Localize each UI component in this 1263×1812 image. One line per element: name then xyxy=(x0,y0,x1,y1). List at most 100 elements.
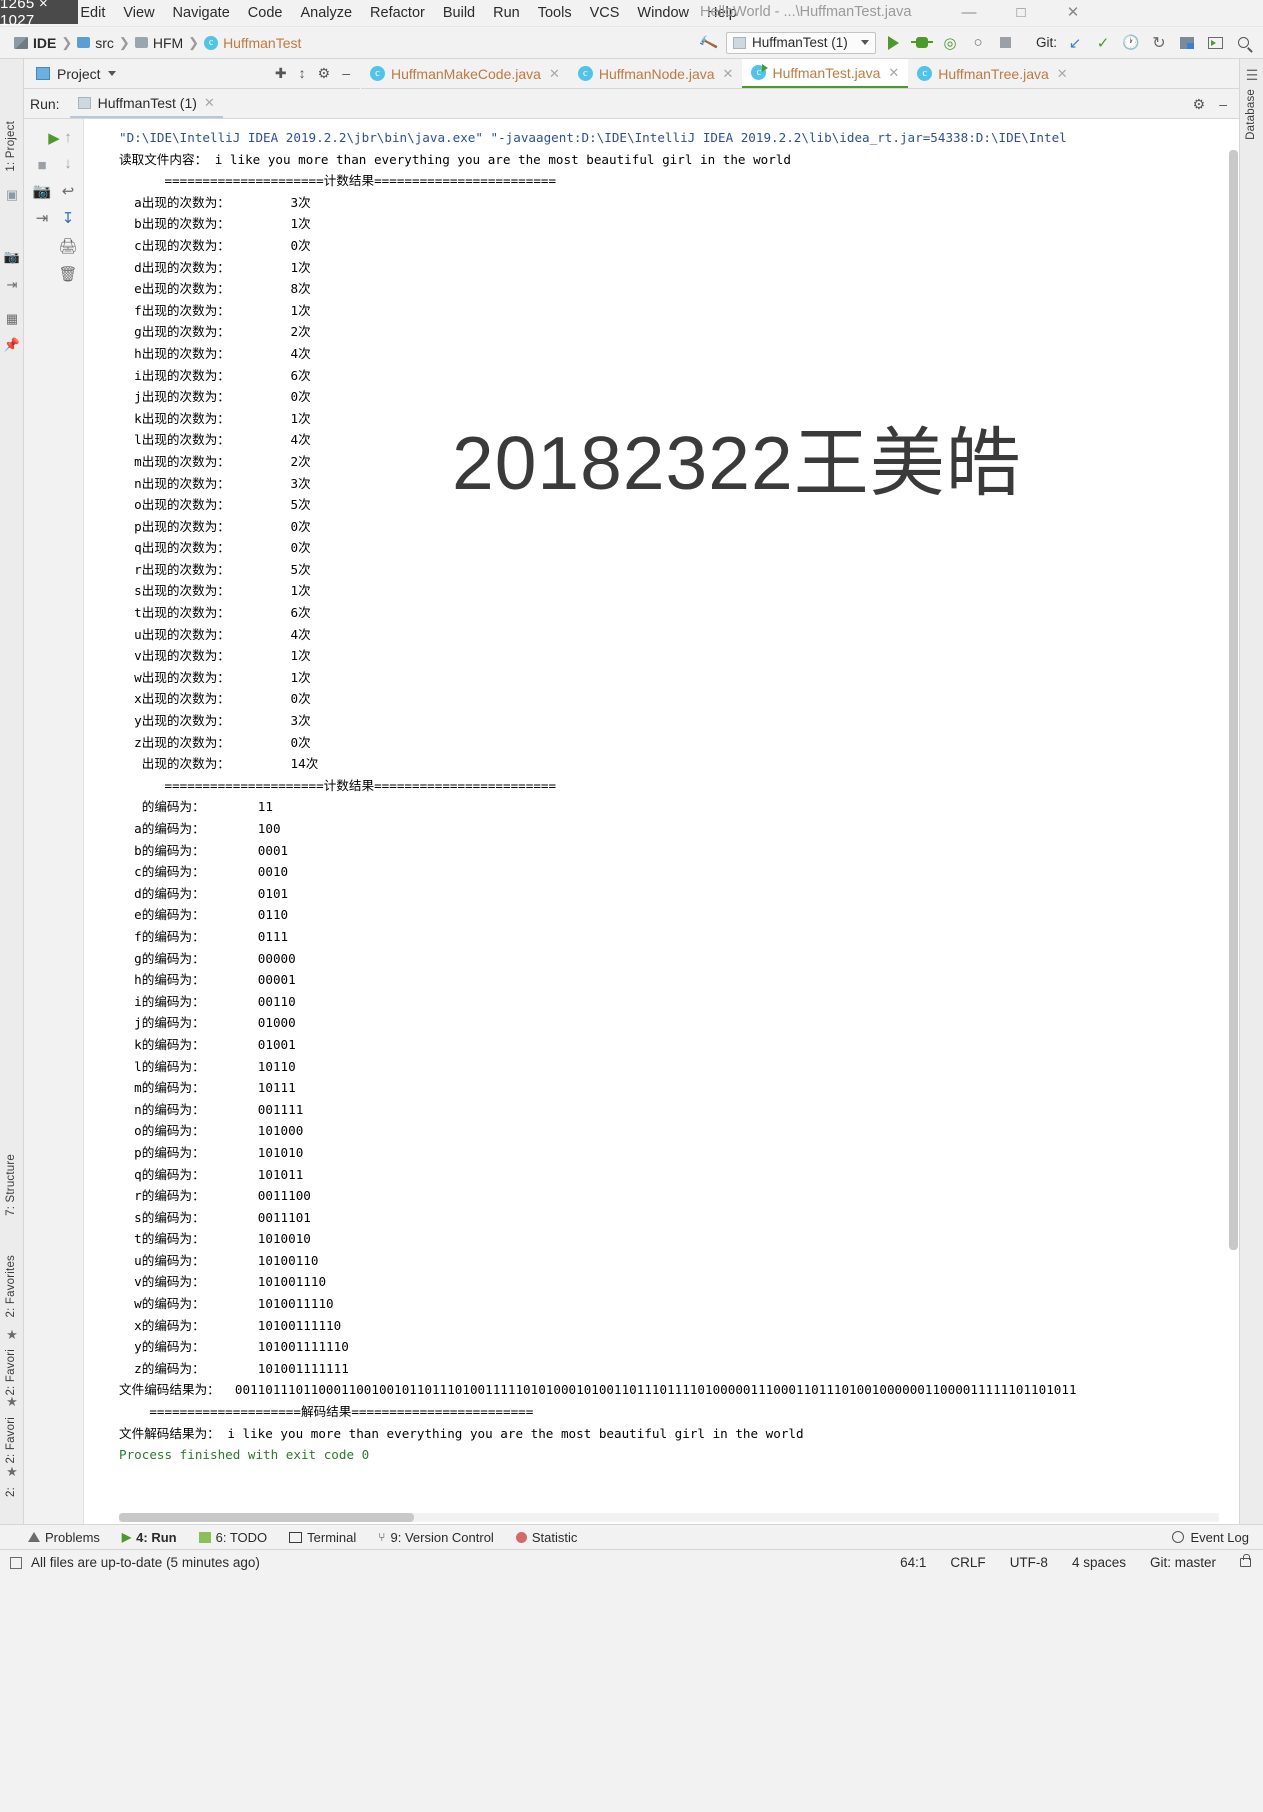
close-icon[interactable]: ✕ xyxy=(549,66,560,82)
sidebar-item-favorites-2[interactable]: 2: Favori xyxy=(5,1349,17,1396)
close-icon[interactable]: ✕ xyxy=(1057,66,1068,82)
chevron-down-icon-project[interactable] xyxy=(107,71,116,76)
maximize-button[interactable]: □ xyxy=(1000,2,1042,24)
close-icon[interactable]: ✕ xyxy=(204,95,215,111)
left-tool-strip: 1: Project ▣ 📷 ⇥ ▦ 📌 7: Structure 2: Fav… xyxy=(0,59,24,1536)
star-icon-3[interactable]: ★ xyxy=(3,1464,21,1480)
menu-code[interactable]: Code xyxy=(239,2,292,24)
event-log-button[interactable]: Event Log xyxy=(1172,1530,1263,1545)
profile-button[interactable]: ○ xyxy=(968,32,988,54)
menu-refactor[interactable]: Refactor xyxy=(361,2,434,24)
soft-wrap-icon[interactable]: ↩ xyxy=(56,182,80,200)
hide-panel-icon[interactable]: ‒ xyxy=(1219,96,1227,113)
menu-view[interactable]: View xyxy=(114,2,163,24)
pin-icon[interactable]: 📌 xyxy=(3,337,21,353)
tab-huffmanmakecode[interactable]: c HuffmanMakeCode.java ✕ xyxy=(361,59,569,88)
terminal-icon[interactable] xyxy=(1205,32,1225,54)
sidebar-item-database[interactable]: Database xyxy=(1245,89,1257,140)
history-icon[interactable]: 🕐 xyxy=(1121,32,1141,54)
console-line: u出现的次数为： 4次 xyxy=(119,626,311,642)
database-icon[interactable]: ☰ xyxy=(1243,67,1261,84)
down-arrow-icon[interactable]: ↓ xyxy=(56,155,80,172)
collapse-all-icon[interactable]: ↕ xyxy=(299,65,306,82)
run-with-coverage-button[interactable]: ◎ xyxy=(940,32,960,54)
sidebar-item-favorites[interactable]: 2: Favorites xyxy=(5,1255,17,1317)
rollback-icon[interactable]: ↻ xyxy=(1149,32,1169,54)
build-hammer-icon[interactable]: 🔨 xyxy=(695,29,721,57)
scroll-to-end-icon[interactable]: ↧ xyxy=(56,209,80,227)
ide-module-icon xyxy=(14,36,28,49)
file-encoding[interactable]: UTF-8 xyxy=(1010,1555,1048,1570)
menu-run[interactable]: Run xyxy=(484,2,529,24)
star-icon-1[interactable]: ★ xyxy=(3,1327,21,1343)
console-line: w出现的次数为： 1次 xyxy=(119,669,311,685)
breadcrumb-src[interactable]: src xyxy=(95,35,114,51)
export-icon[interactable]: ⇥ xyxy=(3,277,21,293)
bottom-item-version-control[interactable]: ⑂ 9: Version Control xyxy=(378,1530,494,1545)
project-structure-icon[interactable] xyxy=(1177,32,1197,54)
layout-icon[interactable]: ▦ xyxy=(3,311,21,327)
caret-position[interactable]: 64:1 xyxy=(900,1555,926,1570)
indent-setting[interactable]: 4 spaces xyxy=(1072,1555,1126,1570)
menu-vcs[interactable]: VCS xyxy=(581,2,629,24)
clear-all-icon[interactable]: 🗑 xyxy=(56,265,80,283)
git-label: Git: xyxy=(1035,35,1057,50)
tab-huffmantree[interactable]: c HuffmanTree.java ✕ xyxy=(908,59,1076,88)
menu-tools[interactable]: Tools xyxy=(529,2,581,24)
line-separator[interactable]: CRLF xyxy=(950,1555,985,1570)
commit-icon[interactable]: ✓ xyxy=(1093,32,1113,54)
git-branch[interactable]: Git: master xyxy=(1150,1555,1216,1570)
bottom-item-statistic[interactable]: Statistic xyxy=(515,1530,577,1545)
bottom-item-todo[interactable]: 6: TODO xyxy=(198,1530,267,1545)
bottom-item-terminal[interactable]: Terminal xyxy=(289,1530,356,1545)
sidebar-item-project[interactable]: 1: Project xyxy=(5,121,17,172)
settings-gear-icon[interactable]: ⚙ xyxy=(318,65,331,82)
console-line: f出现的次数为： 1次 xyxy=(119,302,311,318)
breadcrumb-hfm[interactable]: HFM xyxy=(153,35,183,51)
sidebar-item-favorites-4[interactable]: 2: xyxy=(5,1487,17,1497)
print-icon[interactable]: 🖨 xyxy=(56,237,80,255)
menu-navigate[interactable]: Navigate xyxy=(164,2,239,24)
breadcrumb-ide[interactable]: IDE xyxy=(33,35,56,51)
debug-button[interactable] xyxy=(910,32,933,54)
menu-analyze[interactable]: Analyze xyxy=(291,2,361,24)
menu-window[interactable]: Window xyxy=(628,2,698,24)
lock-icon[interactable] xyxy=(1240,1554,1251,1567)
update-project-icon[interactable]: ↙ xyxy=(1065,32,1085,54)
bottom-item-problems[interactable]: Problems xyxy=(28,1530,100,1545)
camera-icon[interactable]: 📷 xyxy=(30,182,54,200)
sidebar-item-structure[interactable]: 7: Structure xyxy=(5,1154,17,1216)
camera-icon[interactable]: 📷 xyxy=(3,249,21,265)
close-icon[interactable]: ✕ xyxy=(723,66,734,82)
stop-icon[interactable]: ■ xyxy=(30,157,54,174)
stop-button[interactable] xyxy=(996,32,1016,54)
run-button[interactable] xyxy=(884,32,904,54)
up-arrow-icon[interactable]: ↑ xyxy=(56,129,80,146)
search-everywhere-icon[interactable] xyxy=(1233,32,1253,54)
console-line: 读取文件内容： i like you more than everything … xyxy=(119,151,791,167)
close-button[interactable]: ✕ xyxy=(1052,2,1094,24)
export-icon[interactable]: ⇥ xyxy=(30,209,54,227)
console-line: j的编码为： 01000 xyxy=(119,1015,296,1031)
tab-huffmannode[interactable]: c HuffmanNode.java ✕ xyxy=(569,59,743,88)
menu-build[interactable]: Build xyxy=(434,2,484,24)
locate-icon[interactable]: ✚ xyxy=(275,65,287,82)
console-output[interactable]: "D:\IDE\IntelliJ IDEA 2019.2.2\jbr\bin\j… xyxy=(85,119,1221,1528)
project-view-icon[interactable]: ▣ xyxy=(3,187,21,203)
close-icon[interactable]: ✕ xyxy=(888,65,899,81)
star-icon-2[interactable]: ★ xyxy=(3,1394,21,1410)
sidebar-item-favorites-3[interactable]: 2: Favori xyxy=(5,1417,17,1464)
tab-huffmantest[interactable]: c HuffmanTest.java ✕ xyxy=(742,59,909,88)
bottom-item-run[interactable]: ▶ 4: Run xyxy=(122,1530,177,1545)
hide-panel-icon[interactable]: ‒ xyxy=(342,65,350,82)
settings-gear-icon[interactable]: ⚙ xyxy=(1193,96,1206,113)
console-horizontal-scrollbar[interactable] xyxy=(119,1513,414,1522)
breadcrumb-sep-1: ❯ xyxy=(61,34,73,50)
run-tab-huffmantest[interactable]: HuffmanTest (1) ✕ xyxy=(69,90,223,118)
console-line: p出现的次数为： 0次 xyxy=(119,518,311,534)
editor-tab-bar: c HuffmanMakeCode.java ✕ c HuffmanNode.j… xyxy=(361,59,1239,89)
minimize-button[interactable]: — xyxy=(948,2,990,24)
run-configuration-selector[interactable]: HuffmanTest (1) xyxy=(725,31,876,54)
console-vertical-scrollbar[interactable] xyxy=(1229,150,1238,1250)
breadcrumb-huffmantest[interactable]: HuffmanTest xyxy=(223,35,301,51)
